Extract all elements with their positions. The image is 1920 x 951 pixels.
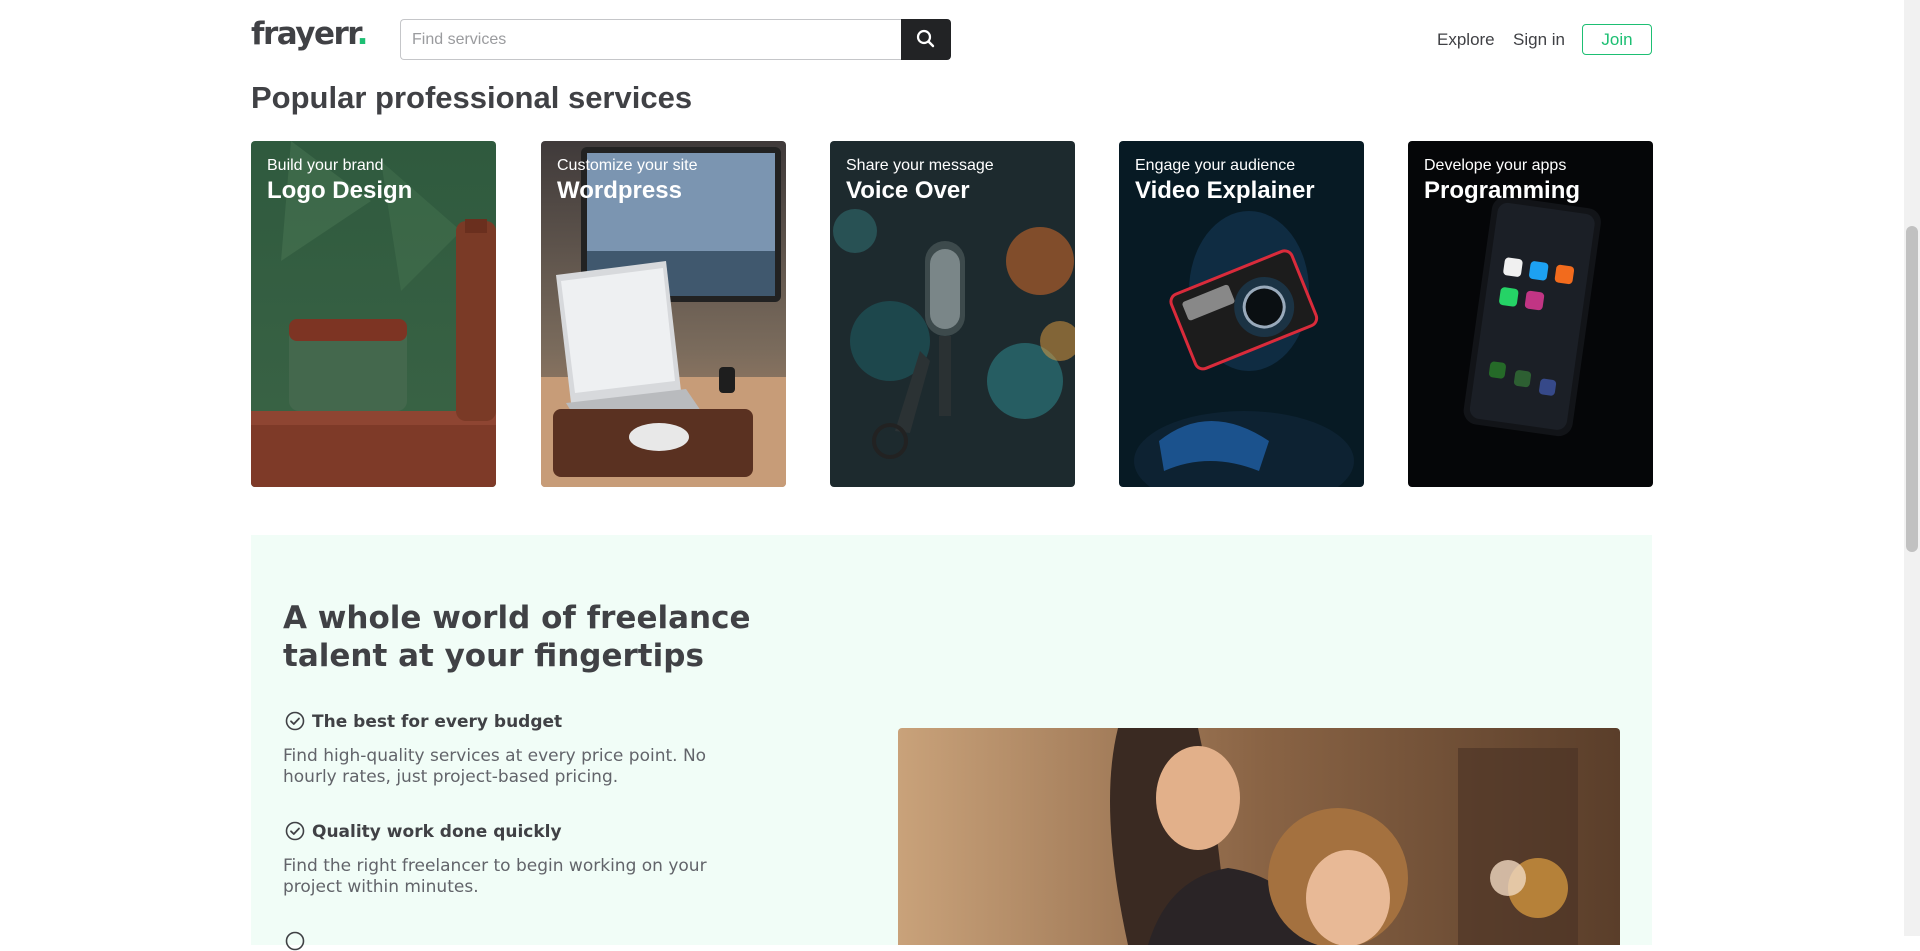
- card-subtitle: Customize your site: [557, 157, 698, 174]
- nav-sign-in-link[interactable]: Sign in: [1513, 30, 1565, 50]
- search-bar: [400, 19, 951, 60]
- freelancers-photo: [898, 728, 1620, 945]
- card-subtitle: Share your message: [846, 157, 994, 174]
- check-circle-icon: [285, 931, 305, 951]
- feature-title: Quality work done quickly: [312, 822, 562, 842]
- card-title: Voice Over: [846, 177, 970, 204]
- site-logo[interactable]: frayerr.: [251, 16, 368, 52]
- popular-services-title: Popular professional services: [251, 80, 693, 115]
- card-title: Logo Design: [267, 177, 413, 204]
- search-input[interactable]: [400, 19, 902, 60]
- card-title: Programming: [1424, 177, 1581, 204]
- search-icon: [916, 29, 935, 48]
- search-button[interactable]: [901, 19, 951, 60]
- selling-proposition-section: A whole world of freelance talent at you…: [251, 535, 1652, 951]
- card-title: Video Explainer: [1135, 177, 1315, 204]
- scrollbar-thumb[interactable]: [1906, 226, 1918, 552]
- service-card-voice-over[interactable]: Share your message Voice Over: [830, 141, 1075, 487]
- card-subtitle: Develope your apps: [1424, 157, 1567, 174]
- service-card-wordpress[interactable]: Customize your site Wordpress: [541, 141, 786, 487]
- feature-description: Find high-quality services at every pric…: [283, 746, 707, 787]
- join-button[interactable]: Join: [1582, 24, 1652, 55]
- feature-description: Find the right freelancer to begin worki…: [283, 856, 707, 897]
- selling-title: A whole world of freelance talent at you…: [283, 600, 751, 674]
- service-card-programming[interactable]: Develope your apps Programming: [1408, 141, 1653, 487]
- page-scrollbar[interactable]: [1904, 0, 1920, 936]
- card-subtitle: Build your brand: [267, 157, 384, 174]
- service-card-video-explainer[interactable]: Engage your audience Video Explainer: [1119, 141, 1364, 487]
- nav-explore-link[interactable]: Explore: [1437, 30, 1495, 50]
- check-circle-icon: [285, 711, 305, 731]
- service-card-logo-design[interactable]: Build your brand Logo Design: [251, 141, 496, 487]
- card-subtitle: Engage your audience: [1135, 157, 1296, 174]
- feature-title: The best for every budget: [312, 712, 563, 732]
- check-circle-icon: [285, 821, 305, 841]
- card-title: Wordpress: [557, 177, 682, 204]
- site-header: frayerr. Explore Sign in Join: [0, 0, 1904, 80]
